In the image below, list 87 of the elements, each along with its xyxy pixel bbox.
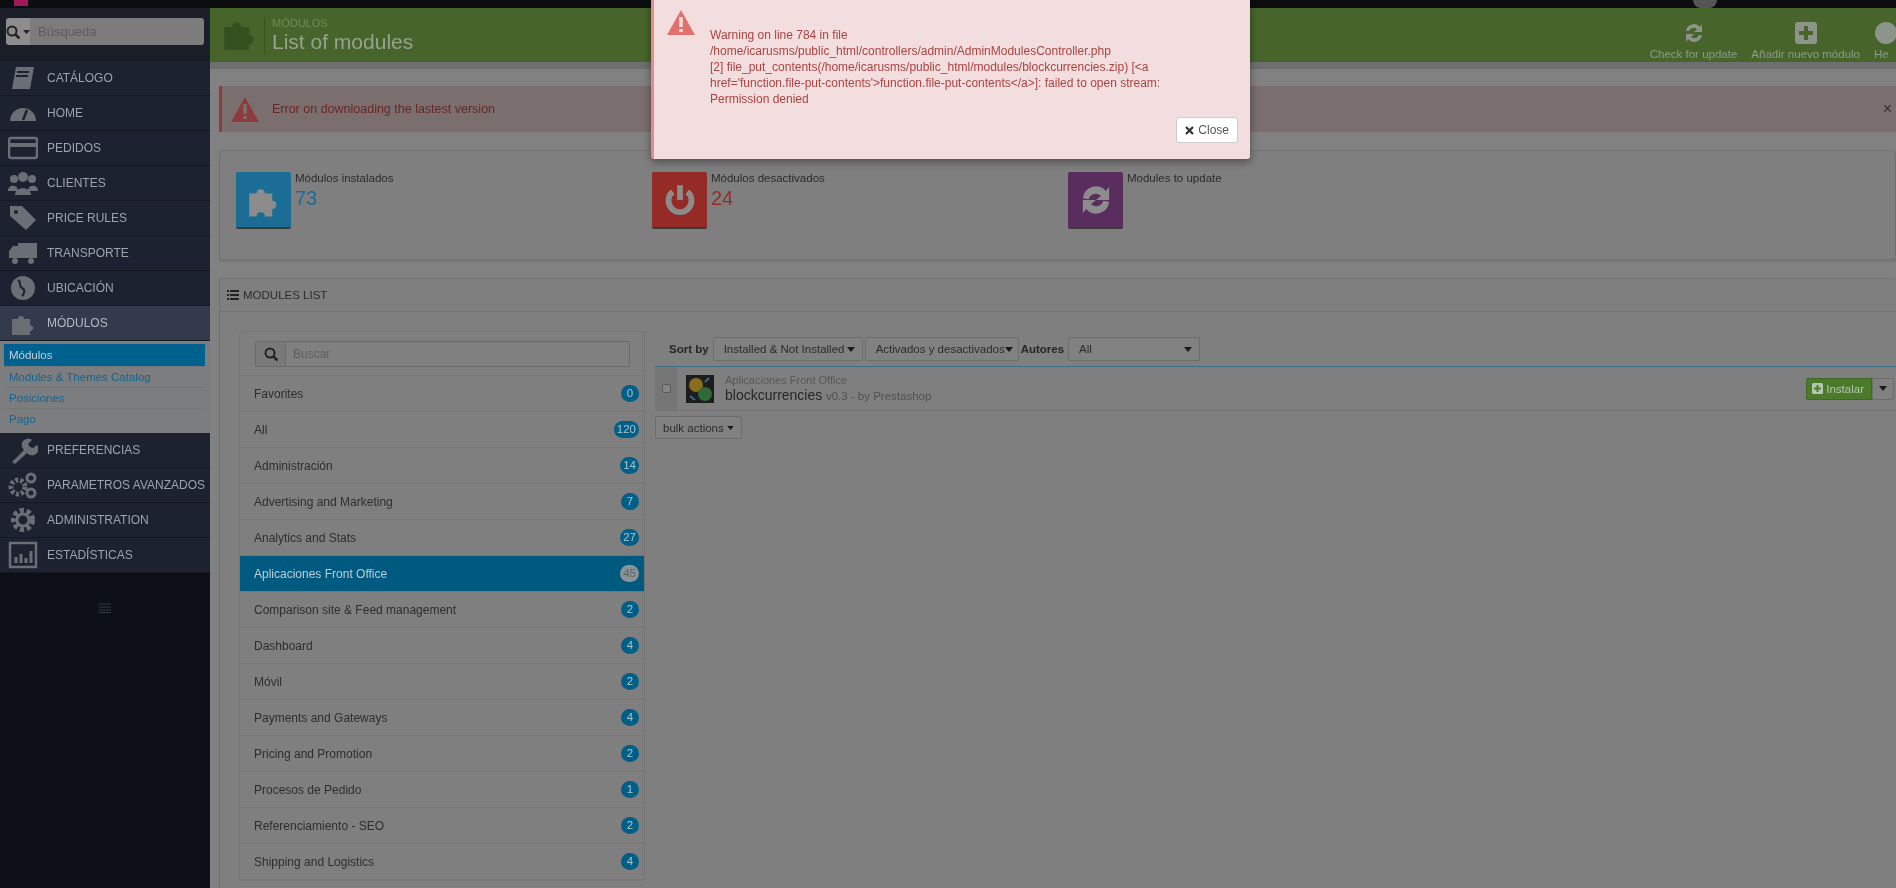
module-name: blockcurrencies: [725, 387, 823, 403]
checkbox[interactable]: [661, 384, 671, 393]
credit-card-icon: [8, 134, 38, 162]
alert-message: Error on downloading the lastest version: [272, 102, 496, 116]
category-item[interactable]: Pricing and Promotion 2: [240, 736, 644, 772]
caret-icon: [846, 346, 855, 352]
toolbar-button[interactable]: Añadir nuevo módulo: [1751, 21, 1860, 60]
category-item[interactable]: Shipping and Logistics 4: [240, 844, 644, 880]
authors-label: Autores: [1020, 343, 1065, 355]
close-button[interactable]: ×: [1878, 100, 1896, 118]
count-badge: 1: [621, 781, 639, 798]
gears-icon: [8, 471, 38, 499]
menu-item[interactable]: PREFERENCIAS: [0, 433, 210, 468]
category-item[interactable]: Comparison site & Feed management 2: [240, 592, 644, 628]
tag-icon: [8, 204, 38, 232]
menu-item[interactable]: ESTADÍSTICAS: [0, 538, 210, 573]
category-item[interactable]: Móvil 2: [240, 664, 644, 700]
menu-item[interactable]: CLIENTES: [0, 166, 210, 201]
bar-chart-icon: [8, 541, 38, 569]
search-icon: [263, 347, 278, 361]
count-badge: 2: [621, 745, 639, 762]
module-logo-icon: [685, 373, 715, 404]
sort-select[interactable]: Installed & Not Installed: [712, 337, 863, 361]
avatar-icon[interactable]: [1693, 0, 1717, 8]
submenu-item[interactable]: Módulos: [4, 344, 205, 367]
count-badge: 27: [620, 529, 639, 546]
gear-icon: [8, 506, 38, 534]
stat-label: Módulos desactivados: [711, 172, 825, 184]
people-icon: [8, 169, 38, 197]
menu-item[interactable]: CATÁLOGO: [0, 61, 210, 96]
close-icon: [1185, 125, 1195, 135]
count-badge: 14: [620, 457, 639, 474]
menu-item[interactable]: MÓDULOS: [0, 306, 210, 341]
count-badge: 0: [621, 385, 639, 402]
category-item[interactable]: Administración 14: [240, 448, 644, 484]
caret-icon: [23, 29, 30, 34]
caret-icon: [1879, 386, 1887, 391]
panel-title: MODULES LIST: [243, 289, 328, 301]
menu-item[interactable]: HOME: [0, 96, 210, 131]
list-icon: [227, 290, 239, 300]
count-badge: 2: [621, 673, 639, 690]
category-item[interactable]: Favorites 0: [240, 376, 644, 412]
warning-icon: [666, 9, 696, 36]
toolbar-button[interactable]: He: [1874, 21, 1896, 60]
plus-square-icon: [1793, 21, 1818, 45]
dropdown-button[interactable]: [1872, 377, 1894, 400]
menu-icon[interactable]: [99, 603, 111, 613]
count-badge: 120: [613, 421, 639, 438]
install-button[interactable]: Instalar: [1806, 377, 1872, 400]
stat-value: 73: [295, 187, 319, 210]
category-item[interactable]: Advertising and Marketing 7: [240, 484, 644, 520]
menu-item[interactable]: UBICACIÓN: [0, 271, 210, 306]
count-badge: 4: [621, 709, 639, 726]
category-item[interactable]: Payments and Gateways 4: [240, 700, 644, 736]
count-badge: 2: [621, 817, 639, 834]
search-button[interactable]: [6, 18, 30, 45]
menu-item[interactable]: TRANSPORTE: [0, 236, 210, 271]
caret-icon: [726, 425, 734, 430]
plus-square-icon: [1812, 383, 1824, 394]
category-item[interactable]: Procesos de Pedido 1: [240, 772, 644, 808]
category-item[interactable]: All 120: [240, 412, 644, 448]
menu-item[interactable]: PARAMETROS AVANZADOS: [0, 468, 210, 503]
caret-icon: [1004, 346, 1013, 352]
category-item[interactable]: Dashboard 4: [240, 628, 644, 664]
bulk-actions-button[interactable]: bulk actions: [655, 416, 742, 439]
stat-value: 24: [711, 187, 735, 210]
authors-select[interactable]: All: [1068, 337, 1201, 361]
error-message: Warning on line 784 in file /home/icarusms/public_html/controllers/admin/AdminModulesController.php [2] file_put_contents(/home/icarusms/public_html/modules/blockcurrencies.zip) [<a href='function.file-put-contents'>function.file-put-contents</a>]: failed to open stream: Permission denied: [710, 27, 1161, 108]
sort-select[interactable]: Activados y desactivados: [864, 337, 1019, 361]
close-button[interactable]: Close: [1176, 117, 1238, 143]
search-icon: [6, 24, 20, 39]
stat-label: Modules to update: [1127, 172, 1222, 184]
menu-item[interactable]: ADMINISTRATION: [0, 503, 210, 538]
menu-item[interactable]: PRICE RULES: [0, 201, 210, 236]
count-badge: 2: [621, 601, 639, 618]
caret-icon: [1184, 346, 1193, 352]
count-badge: 4: [621, 853, 639, 870]
globe-icon: [8, 274, 38, 302]
toolbar-button[interactable]: Check for update: [1649, 21, 1738, 60]
sort-label: Sort by: [669, 343, 709, 355]
category-item[interactable]: Referenciamiento - SEO 2: [240, 808, 644, 844]
page-title: List of modules: [272, 29, 414, 54]
warning-icon: [230, 95, 260, 123]
count-badge: 7: [621, 493, 639, 510]
menu-item[interactable]: PEDIDOS: [0, 131, 210, 166]
stat-label: Módulos instalados: [295, 172, 394, 184]
count-badge: 4: [621, 637, 639, 654]
